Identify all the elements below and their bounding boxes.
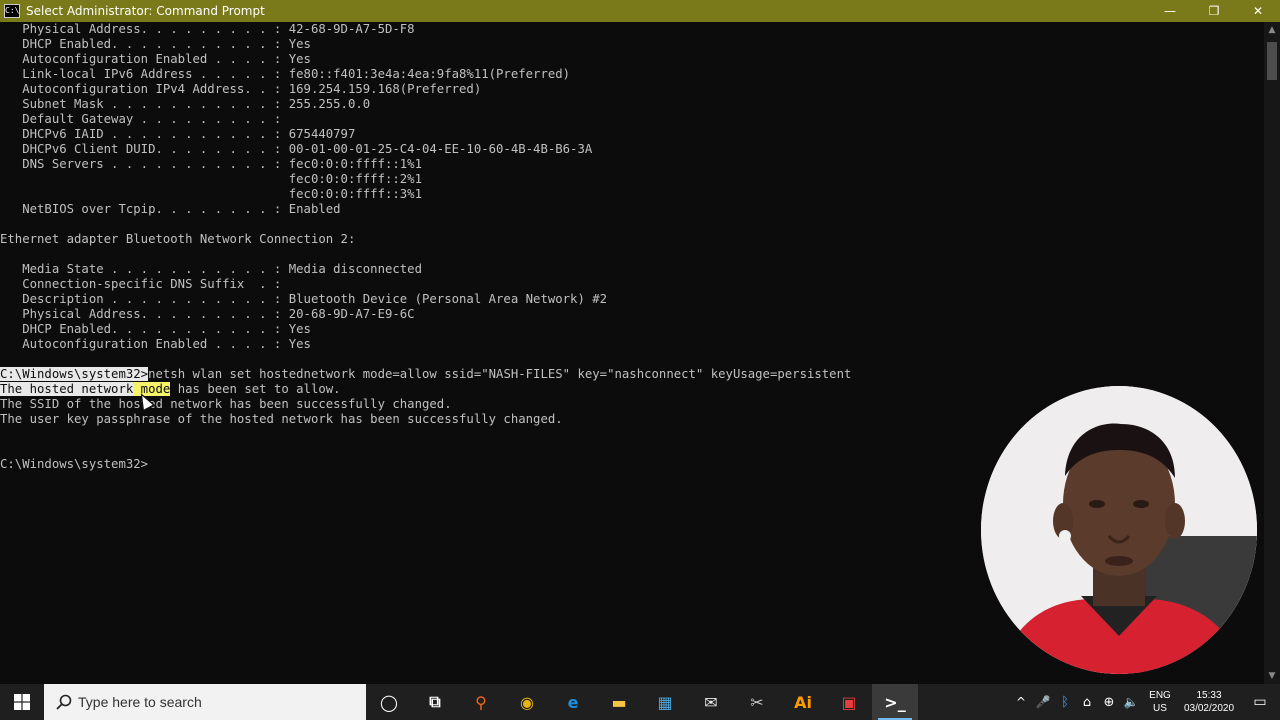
console-line: fec0:0:0:ffff::2%1 <box>0 172 422 186</box>
console-line: Description . . . . . . . . . . . : Blue… <box>0 292 608 306</box>
taskbar-apps: ◯ ⧉ ⚲ ◉ e ▬ ▦ ✉ ✂ Ai ▣ >_ <box>366 684 918 720</box>
photos-icon: ▣ <box>841 692 857 712</box>
language-code: ENG <box>1149 690 1171 701</box>
console-line: DHCPv6 IAID . . . . . . . . . . . : 6754… <box>0 127 356 141</box>
scroll-down-icon[interactable]: ▼ <box>1264 668 1280 684</box>
taskbar-search-box[interactable]: Type here to search <box>44 684 366 720</box>
result-text: has been set to allow. <box>170 382 341 396</box>
search-app-icon: ⚲ <box>475 692 487 712</box>
bluetooth-icon[interactable]: ᛒ <box>1054 684 1076 720</box>
console-line: Autoconfiguration IPv4 Address. . : 169.… <box>0 82 482 96</box>
console-line: Physical Address. . . . . . . . . : 20-6… <box>0 307 415 321</box>
search-app-taskbar-button[interactable]: ⚲ <box>458 684 504 720</box>
file-explorer-taskbar-button[interactable]: ▬ <box>596 684 642 720</box>
microphone-icon[interactable]: 🎤 <box>1032 684 1054 720</box>
command-prompt-icon: >_ <box>884 692 906 712</box>
window-titlebar[interactable]: C:\ Select Administrator: Command Prompt… <box>0 0 1280 22</box>
chrome-icon: ◉ <box>520 692 534 712</box>
command-text: netsh wlan set hostednetwork mode=allow … <box>148 367 852 381</box>
edge-icon: e <box>567 692 579 712</box>
console-line: Connection-specific DNS Suffix . : <box>0 277 282 291</box>
console-line: Default Gateway . . . . . . . . . : <box>0 112 282 126</box>
start-button[interactable] <box>0 684 44 720</box>
volume-icon[interactable]: 🔈 <box>1120 684 1142 720</box>
notification-center-icon[interactable]: ▭ <box>1240 684 1280 720</box>
windows-logo-icon <box>14 694 30 710</box>
clock-date: 03/02/2020 <box>1183 703 1235 714</box>
snipping-tool-taskbar-button[interactable]: ✂ <box>734 684 780 720</box>
maximize-button[interactable]: ❐ <box>1192 0 1236 22</box>
photos-taskbar-button[interactable]: ▣ <box>826 684 872 720</box>
network-icon[interactable]: ⌂ <box>1076 684 1098 720</box>
clock[interactable]: 15:33 03/02/2020 <box>1178 689 1240 715</box>
console-line: fec0:0:0:ffff::3%1 <box>0 187 422 201</box>
clock-time: 15:33 <box>1196 690 1222 701</box>
system-tray: ^ 🎤 ᛒ ⌂ ⊕ 🔈 ENG US 15:33 03/02/2020 ▭ <box>1010 684 1280 720</box>
command-prompt-app-icon[interactable]: C:\ <box>4 4 20 18</box>
result-line: The SSID of the hosted network has been … <box>0 397 452 411</box>
console-line: Link-local IPv6 Address . . . . . : fe80… <box>0 67 571 81</box>
search-icon <box>56 694 72 710</box>
console-line: Autoconfiguration Enabled . . . . : Yes <box>0 337 311 351</box>
search-placeholder: Type here to search <box>78 694 202 710</box>
mail-taskbar-button[interactable]: ✉ <box>688 684 734 720</box>
language-indicator[interactable]: ENG US <box>1142 689 1178 715</box>
presenter-image <box>981 386 1257 674</box>
console-line: Autoconfiguration Enabled . . . . : Yes <box>0 52 311 66</box>
edge-taskbar-button[interactable]: e <box>550 684 596 720</box>
console-line: Subnet Mask . . . . . . . . . . . : 255.… <box>0 97 371 111</box>
illustrator-taskbar-button[interactable]: Ai <box>780 684 826 720</box>
globe-icon[interactable]: ⊕ <box>1098 684 1120 720</box>
console-line: NetBIOS over Tcpip. . . . . . . . : Enab… <box>0 202 341 216</box>
snipping-tool-icon: ✂ <box>750 692 764 712</box>
keyboard-layout: US <box>1153 703 1167 714</box>
cortana-taskbar-button[interactable]: ◯ <box>366 684 412 720</box>
store-icon: ▦ <box>657 692 673 712</box>
console-line: DHCP Enabled. . . . . . . . . . . : Yes <box>0 322 311 336</box>
minimize-button[interactable]: — <box>1148 0 1192 22</box>
result-line: The hosted network mode has been set to … <box>0 382 341 397</box>
close-button[interactable]: ✕ <box>1236 0 1280 22</box>
show-hidden-icons-icon[interactable]: ^ <box>1010 684 1032 720</box>
window-title: Select Administrator: Command Prompt <box>26 4 265 18</box>
console-prompt: C:\Windows\system32> <box>0 457 149 471</box>
command-line: C:\Windows\system32>netsh wlan set hoste… <box>0 367 851 382</box>
cortana-icon: ◯ <box>380 692 398 712</box>
command-prompt-path: C:\Windows\system32> <box>0 367 149 381</box>
console-line: DNS Servers . . . . . . . . . . . : fec0… <box>0 157 422 171</box>
console-line: Physical Address. . . . . . . . . : 42-6… <box>0 22 415 36</box>
console-line: Media State . . . . . . . . . . . : Medi… <box>0 262 422 276</box>
console-line: Ethernet adapter Bluetooth Network Conne… <box>0 232 356 246</box>
webcam-overlay <box>981 386 1257 674</box>
console-line: DHCPv6 Client DUID. . . . . . . . : 00-0… <box>0 142 593 156</box>
file-explorer-icon: ▬ <box>611 692 627 712</box>
task-view-taskbar-button[interactable]: ⧉ <box>412 684 458 720</box>
taskbar: Type here to search ◯ ⧉ ⚲ ◉ e ▬ ▦ ✉ ✂ Ai ▣ >_ ^ 🎤 ᛒ… <box>0 684 1280 720</box>
window-controls: — ❐ ✕ <box>1148 0 1280 22</box>
selected-text: The hosted network <box>0 382 134 396</box>
console-line: DHCP Enabled. . . . . . . . . . . : Yes <box>0 37 311 51</box>
result-line: The user key passphrase of the hosted ne… <box>0 412 563 426</box>
mail-icon: ✉ <box>704 692 718 712</box>
scroll-thumb[interactable] <box>1267 42 1277 80</box>
illustrator-icon: Ai <box>794 692 812 712</box>
console-scrollbar[interactable]: ▲ ▼ <box>1264 22 1280 684</box>
store-taskbar-button[interactable]: ▦ <box>642 684 688 720</box>
scroll-up-icon[interactable]: ▲ <box>1264 22 1280 38</box>
task-view-icon: ⧉ <box>429 692 441 711</box>
chrome-taskbar-button[interactable]: ◉ <box>504 684 550 720</box>
command-prompt-taskbar-button[interactable]: >_ <box>872 684 918 720</box>
